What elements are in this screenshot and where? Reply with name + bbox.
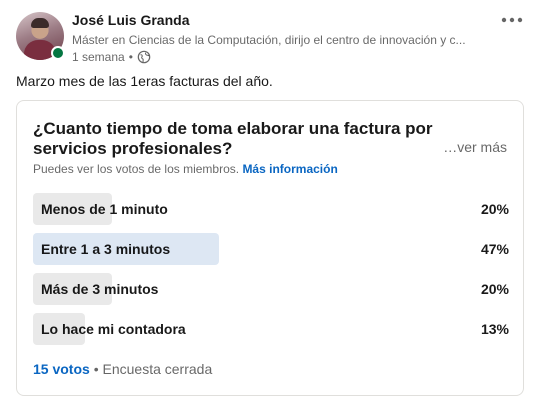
poll-option: Entre 1 a 3 minutos 47% bbox=[33, 233, 509, 265]
poll-option: Más de 3 minutos 20% bbox=[33, 273, 509, 305]
post-text: Marzo mes de las 1eras facturas del año. bbox=[16, 73, 273, 89]
poll-option-label: Más de 3 minutos bbox=[41, 281, 159, 297]
poll-visibility-text: Puedes ver los votos de los miembros. bbox=[33, 162, 240, 176]
see-more-button[interactable]: …ver más bbox=[443, 139, 507, 155]
author-headline: Máster en Ciencias de la Computación, di… bbox=[72, 33, 466, 47]
poll-footer: 15 votos • Encuesta cerrada bbox=[33, 361, 212, 377]
votes-count-link[interactable]: 15 votos bbox=[33, 361, 90, 377]
poll-option-percent: 20% bbox=[480, 281, 509, 297]
more-info-link[interactable]: Más información bbox=[242, 162, 337, 176]
poll-visibility-note: Puedes ver los votos de los miembros. Má… bbox=[33, 162, 338, 176]
footer-separator: • bbox=[93, 361, 99, 377]
poll-card: ¿Cuanto tiempo de toma elaborar una fact… bbox=[16, 100, 524, 396]
poll-option: Menos de 1 minuto 20% bbox=[33, 193, 509, 225]
poll-status: Encuesta cerrada bbox=[102, 361, 213, 377]
poll-option-label: Lo hace mi contadora bbox=[41, 321, 186, 337]
poll-option-percent: 20% bbox=[480, 201, 509, 217]
globe-icon bbox=[137, 50, 151, 64]
ellipsis-icon[interactable] bbox=[496, 8, 528, 32]
poll-option-percent: 47% bbox=[480, 241, 509, 257]
poll-option-percent: 13% bbox=[480, 321, 509, 337]
post-meta: 1 semana • bbox=[72, 50, 151, 64]
meta-separator: • bbox=[128, 50, 133, 64]
poll-option-label: Menos de 1 minuto bbox=[41, 201, 168, 217]
avatar-hair bbox=[31, 18, 49, 28]
poll-question: ¿Cuanto tiempo de toma elaborar una fact… bbox=[33, 119, 433, 158]
feed-post: José Luis Granda Máster en Ciencias de l… bbox=[0, 0, 540, 407]
post-time: 1 semana bbox=[72, 50, 125, 64]
poll-option: Lo hace mi contadora 13% bbox=[33, 313, 509, 345]
poll-option-label: Entre 1 a 3 minutos bbox=[41, 241, 171, 257]
author-name[interactable]: José Luis Granda bbox=[72, 12, 189, 28]
online-status-indicator bbox=[51, 46, 65, 60]
